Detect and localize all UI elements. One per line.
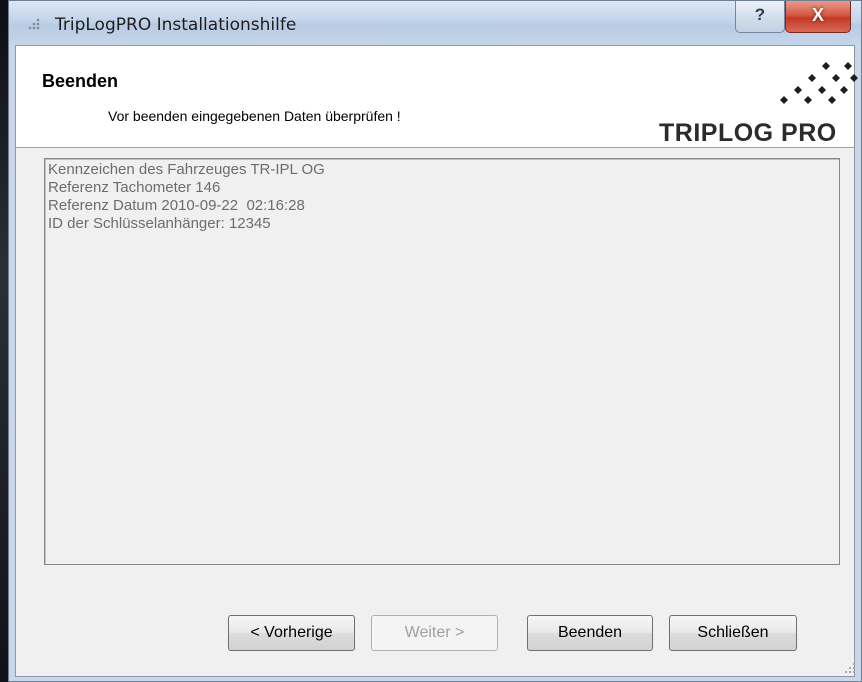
page-subtitle: Vor beenden eingegebenen Daten überprüfe… — [108, 108, 401, 124]
previous-button[interactable]: < Vorherige — [228, 615, 355, 651]
summary-line-key-fob-id: ID der Schlüsselanhänger: 12345 — [48, 215, 271, 232]
page-title: Beenden — [42, 71, 119, 91]
title-bar[interactable]: TripLogPRO Installationshilfe ? X — [9, 1, 861, 45]
wizard-header: Beenden Vor beenden eingegebenen Daten ü… — [16, 46, 858, 148]
close-button[interactable]: Schließen — [669, 615, 797, 651]
size-grip-icon[interactable] — [842, 660, 856, 674]
summary-textbox[interactable]: Kennzeichen des Fahrzeuges TR-IPL OG Ref… — [44, 158, 840, 565]
summary-line-plate: Kennzeichen des Fahrzeuges TR-IPL OG — [48, 161, 325, 178]
dialog-client-area: Beenden Vor beenden eingegebenen Daten ü… — [15, 45, 858, 677]
finish-button[interactable]: Beenden — [527, 615, 653, 651]
logo-diamonds-icon — [780, 62, 858, 104]
help-button[interactable]: ? — [735, 1, 785, 33]
logo-text: TRIPLOG PRO — [659, 119, 837, 147]
window-title: TripLogPRO Installationshilfe — [55, 15, 297, 35]
help-icon: ? — [754, 5, 766, 24]
summary-line-date: Referenz Datum 2010-09-22 02:16:28 — [48, 197, 305, 214]
installer-window: TripLogPRO Installationshilfe ? X Beende… — [8, 0, 862, 682]
close-icon: X — [811, 5, 824, 25]
close-window-button[interactable]: X — [785, 1, 851, 33]
app-icon — [28, 18, 40, 30]
next-button: Weiter > — [371, 615, 498, 651]
summary-line-tachometer: Referenz Tachometer 146 — [48, 179, 221, 196]
